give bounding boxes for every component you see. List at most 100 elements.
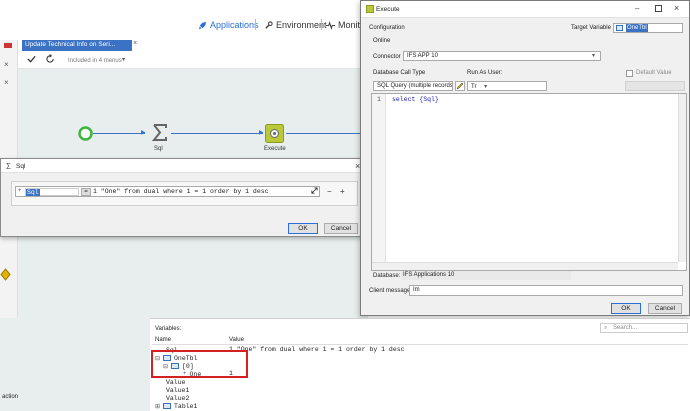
table-icon — [163, 403, 172, 409]
column-name-header: Name — [155, 337, 172, 343]
horizontal-scrollbar[interactable] — [372, 262, 678, 270]
execute-node-icon[interactable] — [265, 124, 284, 143]
expand-editor-icon[interactable] — [311, 187, 318, 194]
execute-ok-button[interactable]: OK — [611, 303, 641, 314]
chevron-down-icon[interactable]: ▾ — [122, 56, 125, 63]
close-icon[interactable]: × — [4, 60, 9, 69]
nav-environment[interactable]: Environment — [264, 20, 327, 30]
add-row-button[interactable]: + — [340, 187, 345, 196]
nav-applications-label: Applications — [210, 20, 259, 30]
variables-search-input[interactable]: ⌕ Search... — [600, 323, 688, 333]
query-editor[interactable] — [371, 93, 687, 271]
line-number: 1 — [377, 96, 381, 103]
database-field: IFS Applications 10 — [401, 271, 571, 280]
execute-dialog-title: Execute — [376, 6, 400, 13]
tab-close-icon[interactable]: × — [133, 40, 137, 47]
remove-row-button[interactable]: − — [327, 187, 332, 196]
search-placeholder: Search... — [613, 325, 638, 331]
nav-monitoring-label: Monit — [338, 20, 361, 30]
close-icon[interactable]: × — [4, 78, 9, 87]
line-gutter — [372, 94, 386, 270]
execute-node-label: Execute — [264, 146, 286, 152]
execute-dialog-titlebar — [361, 1, 689, 18]
query-code[interactable]: select {Sql} — [392, 96, 439, 103]
action-text: action — [2, 394, 19, 400]
arrow-head-icon: ▶ — [141, 130, 146, 136]
header-divider — [152, 344, 688, 345]
call-type-label: Database Call Type — [373, 70, 426, 76]
pulse-icon — [326, 20, 335, 30]
sql-dialog-titlebar — [1, 159, 365, 173]
variable-name: Value2 — [166, 394, 190, 402]
sql-node-label: Sql — [154, 146, 163, 152]
call-type-value: SQL Query (multiple records — [377, 83, 453, 89]
client-message-label: Client message — [369, 288, 411, 294]
connector-line — [171, 133, 263, 134]
run-as-value: Tr — [471, 84, 477, 90]
default-value-field — [625, 81, 685, 91]
sigma-icon: Σ — [6, 162, 11, 171]
variable-name: Value — [166, 378, 186, 386]
variable-value: 1 "One" from dual where 1 = 1 order by 1… — [229, 346, 405, 353]
run-as-label: Run As User: — [467, 70, 503, 76]
search-icon: ⌕ — [604, 325, 608, 331]
tree-row-value[interactable]: Value — [166, 378, 186, 386]
sigma-node-icon[interactable] — [152, 124, 168, 141]
variable-name-field[interactable]: Sql — [25, 188, 79, 196]
default-value-label: Default Value — [636, 70, 672, 76]
table-icon — [616, 25, 623, 31]
check-icon[interactable] — [27, 55, 36, 63]
variable-name: Table1 — [174, 402, 198, 410]
column-value-header: Value — [229, 337, 244, 343]
execute-app-icon — [366, 5, 374, 13]
expand-icon[interactable]: ⊞ — [155, 403, 160, 410]
variables-header: Variables: — [155, 326, 182, 332]
included-menus-text: Included in 4 menus — [68, 58, 122, 64]
start-node-icon[interactable] — [78, 126, 93, 141]
default-value-checkbox[interactable] — [626, 70, 633, 77]
expand-icon[interactable]: + — [18, 188, 22, 194]
database-label: Database: — [373, 273, 401, 279]
connector-label: Connector — [373, 54, 401, 60]
workflow-document-tab[interactable]: Update Technical Info on Seri... — [22, 40, 132, 51]
close-icon[interactable]: × — [674, 3, 679, 13]
nav-divider — [255, 19, 256, 30]
nav-applications[interactable]: Applications — [198, 20, 259, 30]
connector-value: IFS APP 10 — [407, 53, 438, 59]
refresh-icon[interactable] — [46, 54, 55, 64]
edit-icon[interactable] — [455, 81, 465, 91]
tree-row-value1[interactable]: Value1 — [166, 386, 189, 394]
connector-select[interactable]: IFS APP 10 — [403, 51, 601, 61]
nav-environment-label: Environment — [276, 20, 327, 30]
decision-node-icon[interactable] — [0, 268, 11, 281]
target-variable-field[interactable]: OneTbl — [613, 23, 683, 33]
minimize-icon[interactable]: – — [635, 4, 639, 13]
pin-icon[interactable] — [3, 41, 13, 50]
maximize-icon[interactable] — [655, 5, 662, 12]
execute-dialog: Execute – × Configuration Target Variabl… — [360, 0, 690, 316]
client-message-value: Im — [413, 287, 420, 293]
highlight-box — [151, 350, 248, 378]
database-value: IFS Applications 10 — [403, 272, 455, 278]
connector-line — [286, 133, 368, 134]
assign-button[interactable]: = — [81, 188, 91, 196]
target-variable-value: OneTbl — [626, 24, 648, 32]
run-as-select[interactable]: Tr ▾ — [467, 81, 547, 91]
tree-row-table1[interactable]: ⊞ Table1 — [155, 402, 197, 410]
connector-line — [93, 133, 145, 134]
left-canvas-strip — [0, 318, 150, 411]
sql-ok-button[interactable]: OK — [288, 223, 318, 234]
vertical-scrollbar[interactable] — [678, 94, 686, 262]
client-message-input[interactable]: Im — [409, 285, 683, 296]
tree-row-value2[interactable]: Value2 — [166, 394, 189, 402]
online-label: Online — [373, 38, 391, 44]
expression-input[interactable]: 1 "One" from dual where 1 = 1 order by 1… — [93, 188, 269, 195]
target-variable-label: Target Variable — [571, 25, 611, 31]
chevron-down-icon[interactable]: ▾ — [592, 52, 595, 59]
execute-cancel-button[interactable]: Cancel — [648, 303, 682, 314]
nav-monitoring[interactable]: Monit — [326, 20, 360, 30]
call-type-select[interactable]: SQL Query (multiple records — [373, 81, 453, 91]
wrench-icon — [265, 20, 273, 29]
configuration-label: Configuration — [369, 25, 405, 31]
sql-cancel-button[interactable]: Cancel — [324, 223, 358, 234]
